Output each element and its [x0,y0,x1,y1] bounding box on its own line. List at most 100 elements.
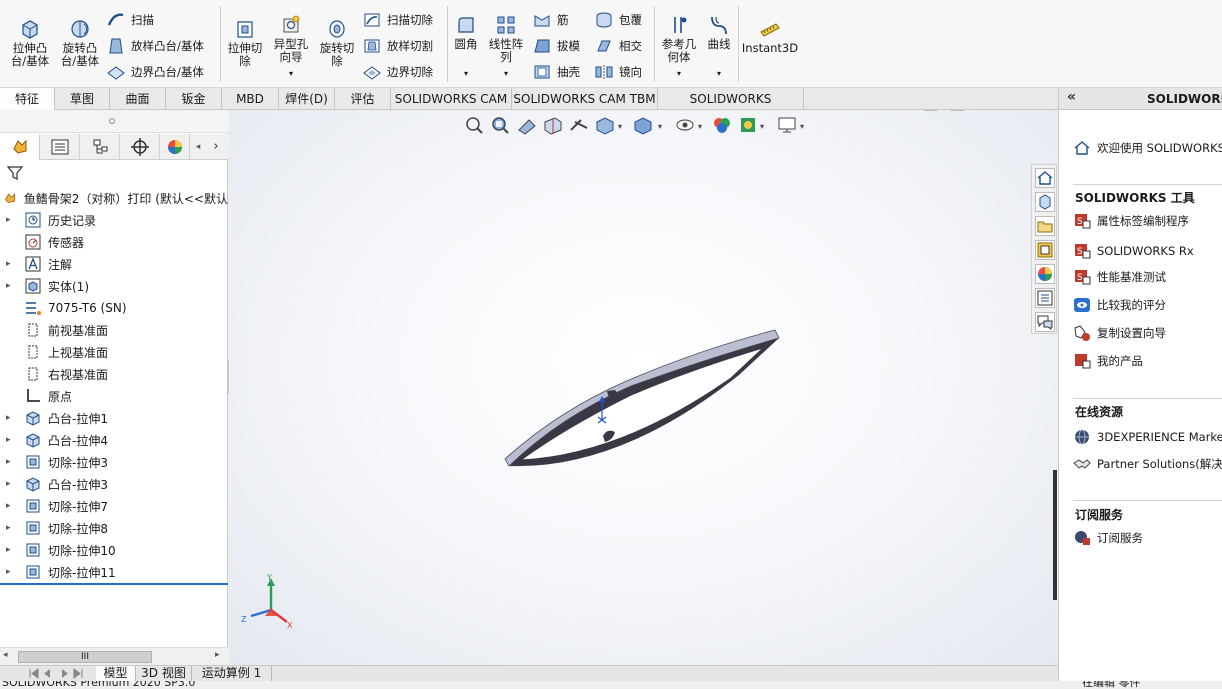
tab-feature-tree[interactable] [0,134,40,160]
fish-fin-skeleton-part[interactable] [499,320,789,485]
panel-grip[interactable] [0,110,228,133]
expand-arrow-icon[interactable]: ▸ [6,435,18,445]
zoom-to-fit-icon[interactable] [466,117,483,134]
tab-evaluate[interactable]: 评估 [335,88,391,110]
copy-settings-wizard-link[interactable]: 复制设置向导 [1073,323,1166,343]
tree-item-boss-extrude1[interactable]: ▸ 凸台-拉伸1 [0,407,228,429]
design-library-icon[interactable] [1035,192,1055,212]
hole-wizard-dropdown[interactable]: ▾ [289,67,293,80]
intersect-button[interactable]: 相交 [594,36,642,56]
tabs-scroll-left-icon[interactable]: ◂ [190,138,206,156]
tab-solidworks-inspection[interactable]: SOLIDWORKS Inspection [658,88,804,128]
home-icon[interactable] [1035,168,1055,188]
tab-dimxpert-manager[interactable] [120,134,160,160]
boundary-boss-button[interactable]: 边界凸台/基体 [106,62,204,82]
instant3d-button[interactable]: Instant3D [742,18,798,55]
filter-icon[interactable] [6,164,24,182]
fillet-dropdown[interactable]: ▾ [464,67,468,80]
property-tab-builder-link[interactable]: S 属性标签编制程序 [1073,211,1189,231]
loft-cut-button[interactable]: 放样切割 [362,36,433,56]
tree-horizontal-scrollbar[interactable]: ◂ III ▸ [0,647,228,665]
scroll-right-icon[interactable]: ▸ [215,650,220,660]
tree-item-cut-extrude11[interactable]: ▸ 切除-拉伸11 [0,561,228,583]
tree-item-annotations[interactable]: ▸ 注解 [0,253,228,275]
dynamic-annotation-icon[interactable] [570,119,588,131]
tree-item-history[interactable]: ▸ 历史记录 [0,209,228,231]
tab-mbd[interactable]: MBD [222,88,279,110]
zoom-to-area-icon[interactable] [492,117,509,134]
tree-item-front-plane[interactable]: 前视基准面 [0,319,228,341]
expand-arrow-icon[interactable]: ▸ [6,545,18,555]
view-orientation-icon[interactable]: ▾ [596,117,622,135]
reference-geometry-dropdown[interactable]: ▾ [677,67,681,80]
expand-arrow-icon[interactable]: ▸ [6,215,18,225]
tab-3d-views[interactable]: 3D 视图 [136,666,192,682]
tree-item-cut-extrude8[interactable]: ▸ 切除-拉伸8 [0,517,228,539]
my-products-link[interactable]: 我的产品 [1073,351,1143,371]
display-style-icon[interactable]: ▾ [634,117,662,135]
expand-arrow-icon[interactable]: ▸ [6,413,18,423]
expand-arrow-icon[interactable]: ▸ [6,281,18,291]
sweep-cut-button[interactable]: 扫描切除 [362,10,433,30]
previous-view-icon[interactable] [518,119,536,135]
expand-arrow-icon[interactable]: ▸ [6,457,18,467]
task-pane-splitter[interactable] [1053,470,1057,600]
tabs-scroll-right-icon[interactable]: › [208,138,224,156]
tab-model[interactable]: 模型 [96,666,136,682]
hide-show-items-icon[interactable]: ▾ [676,119,702,131]
expand-arrow-icon[interactable]: ▸ [6,501,18,511]
appearances-icon[interactable] [1035,264,1055,284]
tree-item-cut-extrude10[interactable]: ▸ 切除-拉伸10 [0,539,228,561]
hole-wizard-button[interactable]: 异型孔 向导 ▾ [270,14,312,80]
revolve-cut-button[interactable]: 旋转切 除 [316,18,358,68]
graphics-area[interactable]: ▾ ▾ ▾ ▾ ▾ Y X Z [229,110,1057,665]
collapse-pane-icon[interactable]: « [1067,89,1076,105]
tab-solidworks-cam-tbm[interactable]: SOLIDWORKS CAM TBM [512,88,658,110]
rib-button[interactable]: 筋 [532,10,569,30]
boundary-cut-button[interactable]: 边界切除 [362,62,433,82]
curves-button[interactable]: 曲线 ▾ [703,14,735,80]
tree-item-cut-extrude7[interactable]: ▸ 切除-拉伸7 [0,495,228,517]
tab-weldments[interactable]: 焊件(D) [279,88,335,110]
scroll-left-icon[interactable]: ◂ [3,650,8,660]
expand-arrow-icon[interactable]: ▸ [6,259,18,269]
section-view-icon[interactable] [544,117,562,135]
edit-appearance-icon[interactable] [714,118,730,133]
tab-motion-study-1[interactable]: 运动算例 1 [192,666,272,682]
shell-button[interactable]: 抽壳 [532,62,580,82]
tree-item-boss-extrude4[interactable]: ▸ 凸台-拉伸4 [0,429,228,451]
draft-button[interactable]: 拔模 [532,36,580,56]
tab-solidworks-cam[interactable]: SOLIDWORKS CAM [391,88,512,110]
welcome-link[interactable]: 欢迎使用 SOLIDWORKS [1073,138,1222,158]
tree-item-sensors[interactable]: 传感器 [0,231,228,253]
tab-configuration-manager[interactable] [80,134,120,160]
subscription-services-link[interactable]: 订阅服务 [1073,528,1143,548]
extrude-boss-button[interactable]: 拉伸凸 台/基体 [8,18,52,68]
tree-item-solid-bodies[interactable]: ▸ 实体(1) [0,275,228,297]
linear-pattern-button[interactable]: 线性阵 列 ▾ [486,14,526,80]
view-palette-icon[interactable] [1035,240,1055,260]
file-explorer-icon[interactable] [1035,216,1055,236]
tree-item-cut-extrude3[interactable]: ▸ 切除-拉伸3 [0,451,228,473]
expand-arrow-icon[interactable]: ▸ [6,479,18,489]
tree-item-material[interactable]: 7075-T6 (SN) [0,297,228,319]
tree-root[interactable]: 鱼鳍骨架2（对称）打印 (默认<<默认 [0,187,228,209]
tab-surfaces[interactable]: 曲面 [110,88,166,110]
tab-property-manager[interactable] [40,134,80,160]
tree-item-top-plane[interactable]: 上视基准面 [0,341,228,363]
rollback-bar[interactable] [0,583,228,585]
custom-properties-icon[interactable] [1035,288,1055,308]
mirror-button[interactable]: 镜向 [594,62,642,82]
revolve-boss-button[interactable]: 旋转凸 台/基体 [58,18,102,68]
tree-item-boss-extrude3[interactable]: ▸ 凸台-拉伸3 [0,473,228,495]
tab-display-manager[interactable] [160,134,190,160]
fillet-button[interactable]: 圆角 ▾ [450,14,482,80]
expand-arrow-icon[interactable]: ▸ [6,567,18,577]
view-settings-icon[interactable]: ▾ [778,117,804,133]
extrude-cut-button[interactable]: 拉伸切 除 [224,18,266,68]
compare-score-link[interactable]: 比较我的评分 [1073,295,1166,315]
reference-geometry-button[interactable]: 参考几 何体 ▾ [658,14,700,80]
expand-arrow-icon[interactable]: ▸ [6,523,18,533]
tree-item-origin[interactable]: 原点 [0,385,228,407]
tree-item-right-plane[interactable]: 右视基准面 [0,363,228,385]
